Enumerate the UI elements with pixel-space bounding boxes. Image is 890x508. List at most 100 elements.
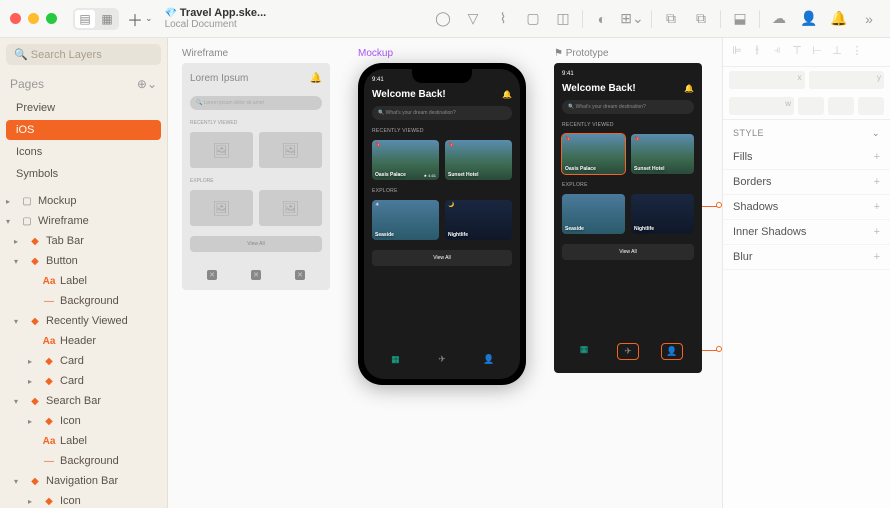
artboard-prototype[interactable]: Prototype 9:41 Welcome Back!🔔 🔍 What's y… [554,48,702,498]
flip-h-icon[interactable] [828,97,854,115]
artboard-mockup[interactable]: Mockup 9:41 Welcome Back!🔔 🔍 What's your… [358,48,526,498]
layer-wireframe[interactable]: ▾▢Wireframe [0,211,167,231]
hotspot-node[interactable] [716,202,722,208]
layer-card-1[interactable]: ▸◆Card [0,351,167,371]
view-toggle[interactable]: ▤ ▦ [73,8,119,30]
bell-icon: 🔔 [684,84,694,93]
tool-back-icon[interactable]: ⧉ [690,8,712,30]
align-bottom-icon[interactable]: ⊥ [829,44,845,60]
align-left-icon[interactable]: ⊫ [729,44,745,60]
artboard-label[interactable]: Mockup [358,48,526,59]
dim-field[interactable]: y [809,71,885,89]
layers-panel: 🔍 Search Layers Pages ⊕ ⌄ Preview iOS Ic… [0,38,168,508]
layer-mockup[interactable]: ▸▢Mockup [0,191,167,211]
layer-icon[interactable]: ▸◆Icon [0,411,167,431]
tool-path-icon[interactable]: ⌇ [492,8,514,30]
prop-borders[interactable]: Borders+ [723,170,890,195]
page-ios[interactable]: iOS [6,120,161,140]
add-blur-icon[interactable]: + [874,251,880,263]
align-tools: ⊫ ⫲ ⫣ ⊤ ⊢ ⊥ ⋮ [723,38,890,67]
doc-subtitle: Local Document [165,19,267,30]
artboard-label[interactable]: Wireframe [182,48,330,59]
tab-flights-icon: ✈ [618,344,638,359]
search-layers-input[interactable]: 🔍 Search Layers [6,44,161,65]
dim-field[interactable]: w [729,97,794,115]
cloud-icon[interactable]: ☁ [768,8,790,30]
doc-name: Travel App.ske... [165,7,267,19]
tool-symbol-icon[interactable]: ◫ [552,8,574,30]
toolbar: ◯ ▽ ⌇ ▢ ◫ ◐ ⊞⌄ ⧉ ⧉ ⬓ ☁ 👤 🔔 » [432,8,880,30]
notify-icon[interactable]: 🔔 [828,8,850,30]
tool-edit-icon[interactable]: ◐ [591,8,613,30]
layer-searchbar[interactable]: ▾◆Search Bar [0,391,167,411]
flip-v-icon[interactable] [858,97,884,115]
layer-button[interactable]: ▾◆Button [0,251,167,271]
style-header: STYLE⌄ [723,119,890,145]
close-icon[interactable] [10,13,21,24]
tool-resize-icon[interactable]: ⊞⌄ [621,8,643,30]
add-page-icon[interactable]: ⊕ [137,77,147,91]
layer-background[interactable]: —Background [0,291,167,311]
layer-label-2[interactable]: AaLabel [0,431,167,451]
artboard-label[interactable]: Prototype [554,48,702,59]
minimize-icon[interactable] [28,13,39,24]
prop-shadows[interactable]: Shadows+ [723,195,890,220]
tool-image-icon[interactable]: ▢ [522,8,544,30]
layer-background-2[interactable]: —Background [0,451,167,471]
distribute-icon[interactable]: ⋮ [849,44,865,60]
add-shadow-icon[interactable]: + [874,201,880,213]
sidebar-view-icon[interactable]: ▤ [75,10,95,28]
maximize-icon[interactable] [46,13,57,24]
add-inner-shadow-icon[interactable]: + [874,226,880,238]
viewall-btn: View All [372,250,512,266]
tabbar: ▦✈👤 [562,338,694,365]
more-icon[interactable]: » [858,8,880,30]
align-center-icon[interactable]: ⫲ [749,44,765,60]
prop-fills[interactable]: Fills+ [723,145,890,170]
tool-union-icon[interactable]: ⬓ [729,8,751,30]
layer-header[interactable]: AaHeader [0,331,167,351]
page-icons[interactable]: Icons [0,141,167,163]
artboard-wireframe[interactable]: Wireframe Lorem Ipsum🔔 🔍 Lorem ipsum dol… [182,48,330,498]
layer-list: ▸▢Mockup ▾▢Wireframe ▸◆Tab Bar ▾◆Button … [0,191,167,508]
layer-label[interactable]: AaLabel [0,271,167,291]
canvas[interactable]: Wireframe Lorem Ipsum🔔 🔍 Lorem ipsum dol… [168,38,722,508]
layer-recently-viewed[interactable]: ▾◆Recently Viewed [0,311,167,331]
chevron-down-icon[interactable]: ⌄ [872,128,880,139]
prop-inner-shadows[interactable]: Inner Shadows+ [723,220,890,245]
dim-field[interactable] [798,97,824,115]
wf-recently-label: RECENTLY VIEWED [190,120,322,126]
dim-field[interactable]: x [729,71,805,89]
layer-icon-2[interactable]: ▸◆Icon [0,491,167,508]
layer-tabbar[interactable]: ▸◆Tab Bar [0,231,167,251]
grid-view-icon[interactable]: ▦ [97,10,117,28]
pages-chevron-icon[interactable]: ⌄ [147,77,157,91]
add-fill-icon[interactable]: + [874,151,880,163]
layer-navbar[interactable]: ▾◆Navigation Bar [0,471,167,491]
hotspot-node[interactable] [716,346,722,352]
collab-icon[interactable]: 👤 [798,8,820,30]
tabbar: ▦✈👤 [372,348,512,371]
align-right-icon[interactable]: ⫣ [769,44,785,60]
document-title[interactable]: Travel App.ske... Local Document [165,7,267,30]
proto-title: Welcome Back! [562,83,636,94]
wf-tabbar: ✕✕✕ [190,264,322,282]
tool-shape-icon[interactable]: ◯ [432,8,454,30]
layer-card-2[interactable]: ▸◆Card [0,371,167,391]
tool-forward-icon[interactable]: ⧉ [660,8,682,30]
wf-title: Lorem Ipsum [190,73,248,84]
titlebar: ▤ ▦ ＋⌄ Travel App.ske... Local Document … [0,0,890,38]
align-top-icon[interactable]: ⊤ [789,44,805,60]
tool-mask-icon[interactable]: ▽ [462,8,484,30]
proto-search: 🔍 What's your dream destination? [562,100,694,114]
page-symbols[interactable]: Symbols [0,163,167,185]
insert-button[interactable]: ＋⌄ [127,7,153,31]
card-nightlife: Nightlife [631,194,694,234]
add-border-icon[interactable]: + [874,176,880,188]
card-oasis: 🔖Oasis Palace★ 4.61 [372,140,439,180]
recently-label: RECENTLY VIEWED [562,122,694,128]
prop-blur[interactable]: Blur+ [723,245,890,270]
bell-icon: 🔔 [502,90,512,99]
align-middle-icon[interactable]: ⊢ [809,44,825,60]
page-preview[interactable]: Preview [0,97,167,119]
